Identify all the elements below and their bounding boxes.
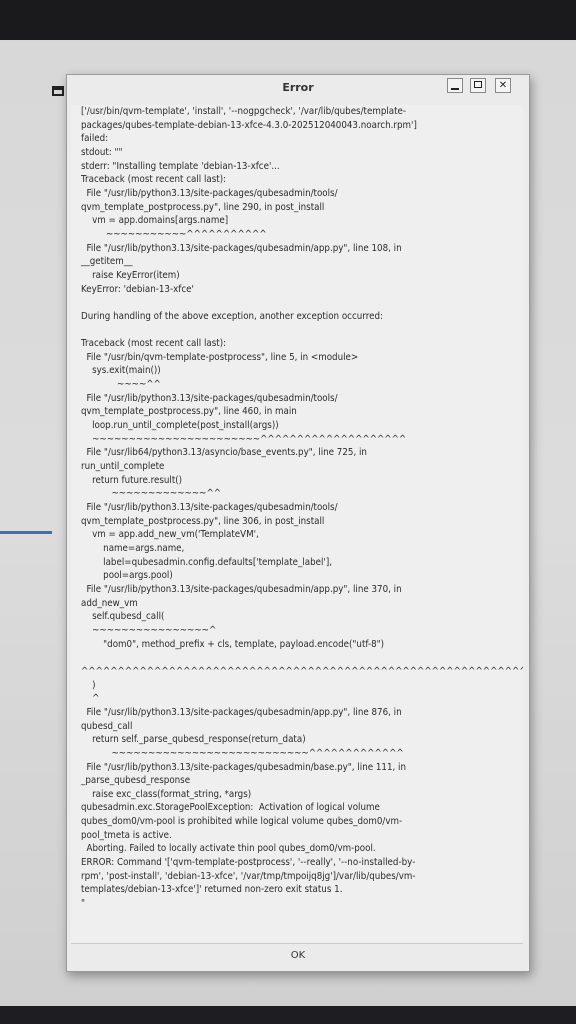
log-line: name=args.name, xyxy=(81,543,185,554)
ok-button[interactable]: OK xyxy=(267,947,329,965)
log-line: __getitem__ xyxy=(81,256,133,268)
log-line: ) xyxy=(81,679,96,691)
error-log-text: ['/usr/bin/qvm-template', 'install', '--… xyxy=(81,105,523,911)
error-dialog: Error ✕ ['/usr/bin/qvm-template', 'insta… xyxy=(66,74,530,972)
maximize-icon[interactable] xyxy=(470,78,486,93)
log-line: qubesd_call xyxy=(81,720,133,732)
log-line: ^ xyxy=(81,693,100,705)
log-line: "dom0", method_prefix + cls, template, p… xyxy=(81,638,385,650)
log-line: ~~~~^^ xyxy=(81,379,161,391)
log-line: File "/usr/lib/python3.13/site-packages/… xyxy=(81,502,338,514)
error-message-area[interactable]: ['/usr/bin/qvm-template', 'install', '--… xyxy=(71,105,523,944)
background-window-edge xyxy=(0,531,52,534)
log-line: templates/debian-13-xfce']' returned non… xyxy=(81,884,343,896)
log-line: File "/usr/lib/python3.13/site-packages/… xyxy=(81,706,402,718)
log-line: failed: xyxy=(81,133,109,145)
log-line: vm = app.add_new_vm('TemplateVM', xyxy=(81,529,259,541)
log-line: qvm_template_postprocess.py", line 460, … xyxy=(81,406,297,418)
log-line: pool=args.pool) xyxy=(81,570,173,582)
log-line: qubes_dom0/vm-pool is prohibited while l… xyxy=(81,816,403,828)
log-line: ~~~~~~~~~~~~~~~~^ xyxy=(81,624,217,636)
log-line: sys.exit(main()) xyxy=(81,365,161,377)
log-line: rpm', 'post-install', 'debian-13-xfce', … xyxy=(81,870,416,882)
log-line: ^^^^^^^^^^^^^^^^^^^^^^^^^^^^^^^^^^^^^^^^… xyxy=(81,665,523,677)
log-line: qvm_template_postprocess.py", line 306, … xyxy=(81,515,325,527)
log-line: stderr: "Installing template 'debian-13-… xyxy=(81,160,280,172)
log-line: During handling of the above exception, … xyxy=(81,310,383,322)
log-line: pool_tmeta is active. xyxy=(81,829,172,841)
log-line: qvm_template_postprocess.py", line 290, … xyxy=(81,201,325,213)
log-line: ['/usr/bin/qvm-template', 'install', '--… xyxy=(81,106,407,117)
log-line: return future.result() xyxy=(81,474,183,486)
desktop-screen: Error ✕ ['/usr/bin/qvm-template', 'insta… xyxy=(0,0,576,1024)
log-line: File "/usr/lib/python3.13/site-packages/… xyxy=(81,583,402,595)
log-line: File "/usr/lib/python3.13/site-packages/… xyxy=(81,761,406,773)
log-line: ~~~~~~~~~~~~~^^ xyxy=(81,488,222,500)
log-line: loop.run_until_complete(post_install(arg… xyxy=(81,420,279,432)
log-line: Aborting. Failed to locally activate thi… xyxy=(81,843,376,855)
log-line: Traceback (most recent call last): xyxy=(81,338,227,350)
log-line: File "/usr/bin/qvm-template-postprocess"… xyxy=(81,351,359,363)
log-line: " xyxy=(81,898,86,910)
log-line: stdout: "" xyxy=(81,146,123,158)
log-line: run_until_complete xyxy=(81,461,165,473)
close-icon[interactable]: ✕ xyxy=(495,78,511,93)
dialog-titlebar[interactable]: Error ✕ xyxy=(67,75,529,101)
log-line: ERROR: Command '['qvm-template-postproce… xyxy=(81,857,416,869)
log-line: qubesadmin.exc.StoragePoolException: Act… xyxy=(81,802,380,814)
log-line: File "/usr/lib/python3.13/site-packages/… xyxy=(81,242,402,254)
minimize-icon[interactable] xyxy=(447,78,463,93)
log-line: ~~~~~~~~~~~~~~~~~~~~~~~~~~~^^^^^^^^^^^^^ xyxy=(81,747,404,759)
log-line: vm = app.domains[args.name] xyxy=(81,215,229,227)
window-menu-icon[interactable] xyxy=(52,86,64,96)
log-line: File "/usr/lib/python3.13/site-packages/… xyxy=(81,392,338,404)
log-line: raise exc_class(format_string, *args) xyxy=(81,788,252,800)
log-line: add_new_vm xyxy=(81,597,138,609)
log-line: packages/qubes-template-debian-13-xfce-4… xyxy=(81,119,417,131)
log-line: File "/usr/lib/python3.13/site-packages/… xyxy=(81,187,338,199)
log-line: self.qubesd_call( xyxy=(81,611,165,623)
log-line: return self._parse_qubesd_response(retur… xyxy=(81,734,306,746)
log-line: _parse_qubesd_response xyxy=(81,775,191,787)
log-line: ~~~~~~~~~~~~~~~~~~~~~~~^^^^^^^^^^^^^^^^^… xyxy=(81,433,407,445)
log-line: File "/usr/lib64/python3.13/asyncio/base… xyxy=(81,447,367,459)
log-line: label=qubesadmin.config.defaults['templa… xyxy=(81,556,332,568)
log-line: raise KeyError(item) xyxy=(81,269,180,281)
monitor-bezel-top xyxy=(0,0,576,40)
log-line: ~~~~~~~~~~~^^^^^^^^^^^ xyxy=(81,228,267,240)
log-line: Traceback (most recent call last): xyxy=(81,174,227,186)
monitor-bezel-bottom xyxy=(0,1006,576,1024)
log-line: KeyError: 'debian-13-xfce' xyxy=(81,283,194,295)
